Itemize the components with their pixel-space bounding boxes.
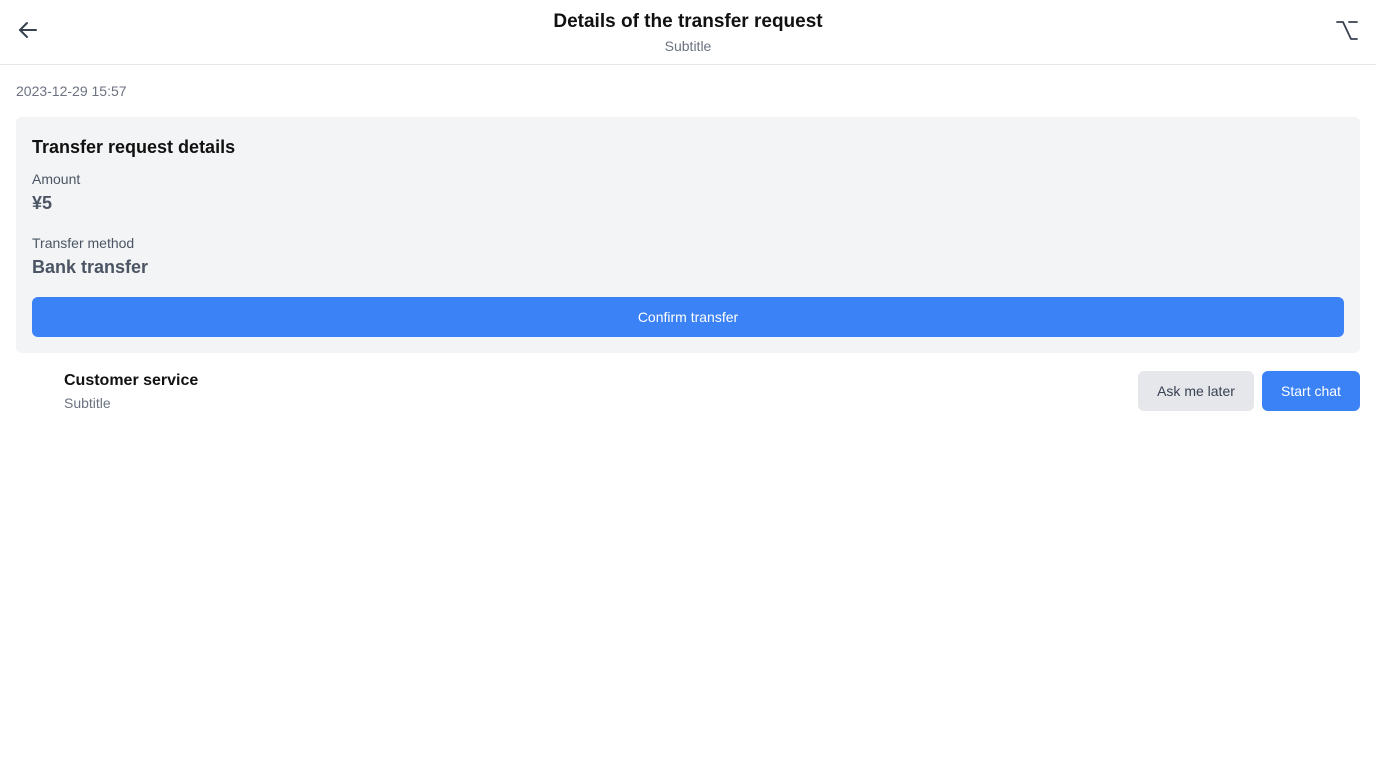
- amount-label: Amount: [32, 171, 81, 187]
- option-button[interactable]: [1330, 14, 1364, 50]
- transfer-method-value: Bank transfer: [32, 257, 149, 277]
- page-title: Details of the transfer request: [553, 11, 823, 32]
- page-subtitle: Subtitle: [664, 38, 712, 54]
- customer-service-subtitle: Subtitle: [64, 395, 111, 411]
- request-timestamp: 2023-12-29 15:57: [16, 83, 127, 99]
- transfer-method-label: Transfer method: [32, 235, 135, 251]
- option-key-icon: [1335, 18, 1359, 47]
- ask-me-later-button[interactable]: Ask me later: [1138, 371, 1254, 411]
- transfer-details-card: Transfer request details Amount ¥5 Trans…: [16, 117, 1360, 353]
- card-title: Transfer request details: [32, 137, 236, 157]
- customer-service-title: Customer service: [64, 372, 199, 389]
- confirm-transfer-button[interactable]: Confirm transfer: [32, 297, 1344, 337]
- start-chat-button[interactable]: Start chat: [1262, 371, 1360, 411]
- header-center: Details of the transfer request Subtitle: [0, 10, 1376, 56]
- app-header: Details of the transfer request Subtitle: [0, 0, 1376, 65]
- amount-value: ¥5: [32, 193, 53, 213]
